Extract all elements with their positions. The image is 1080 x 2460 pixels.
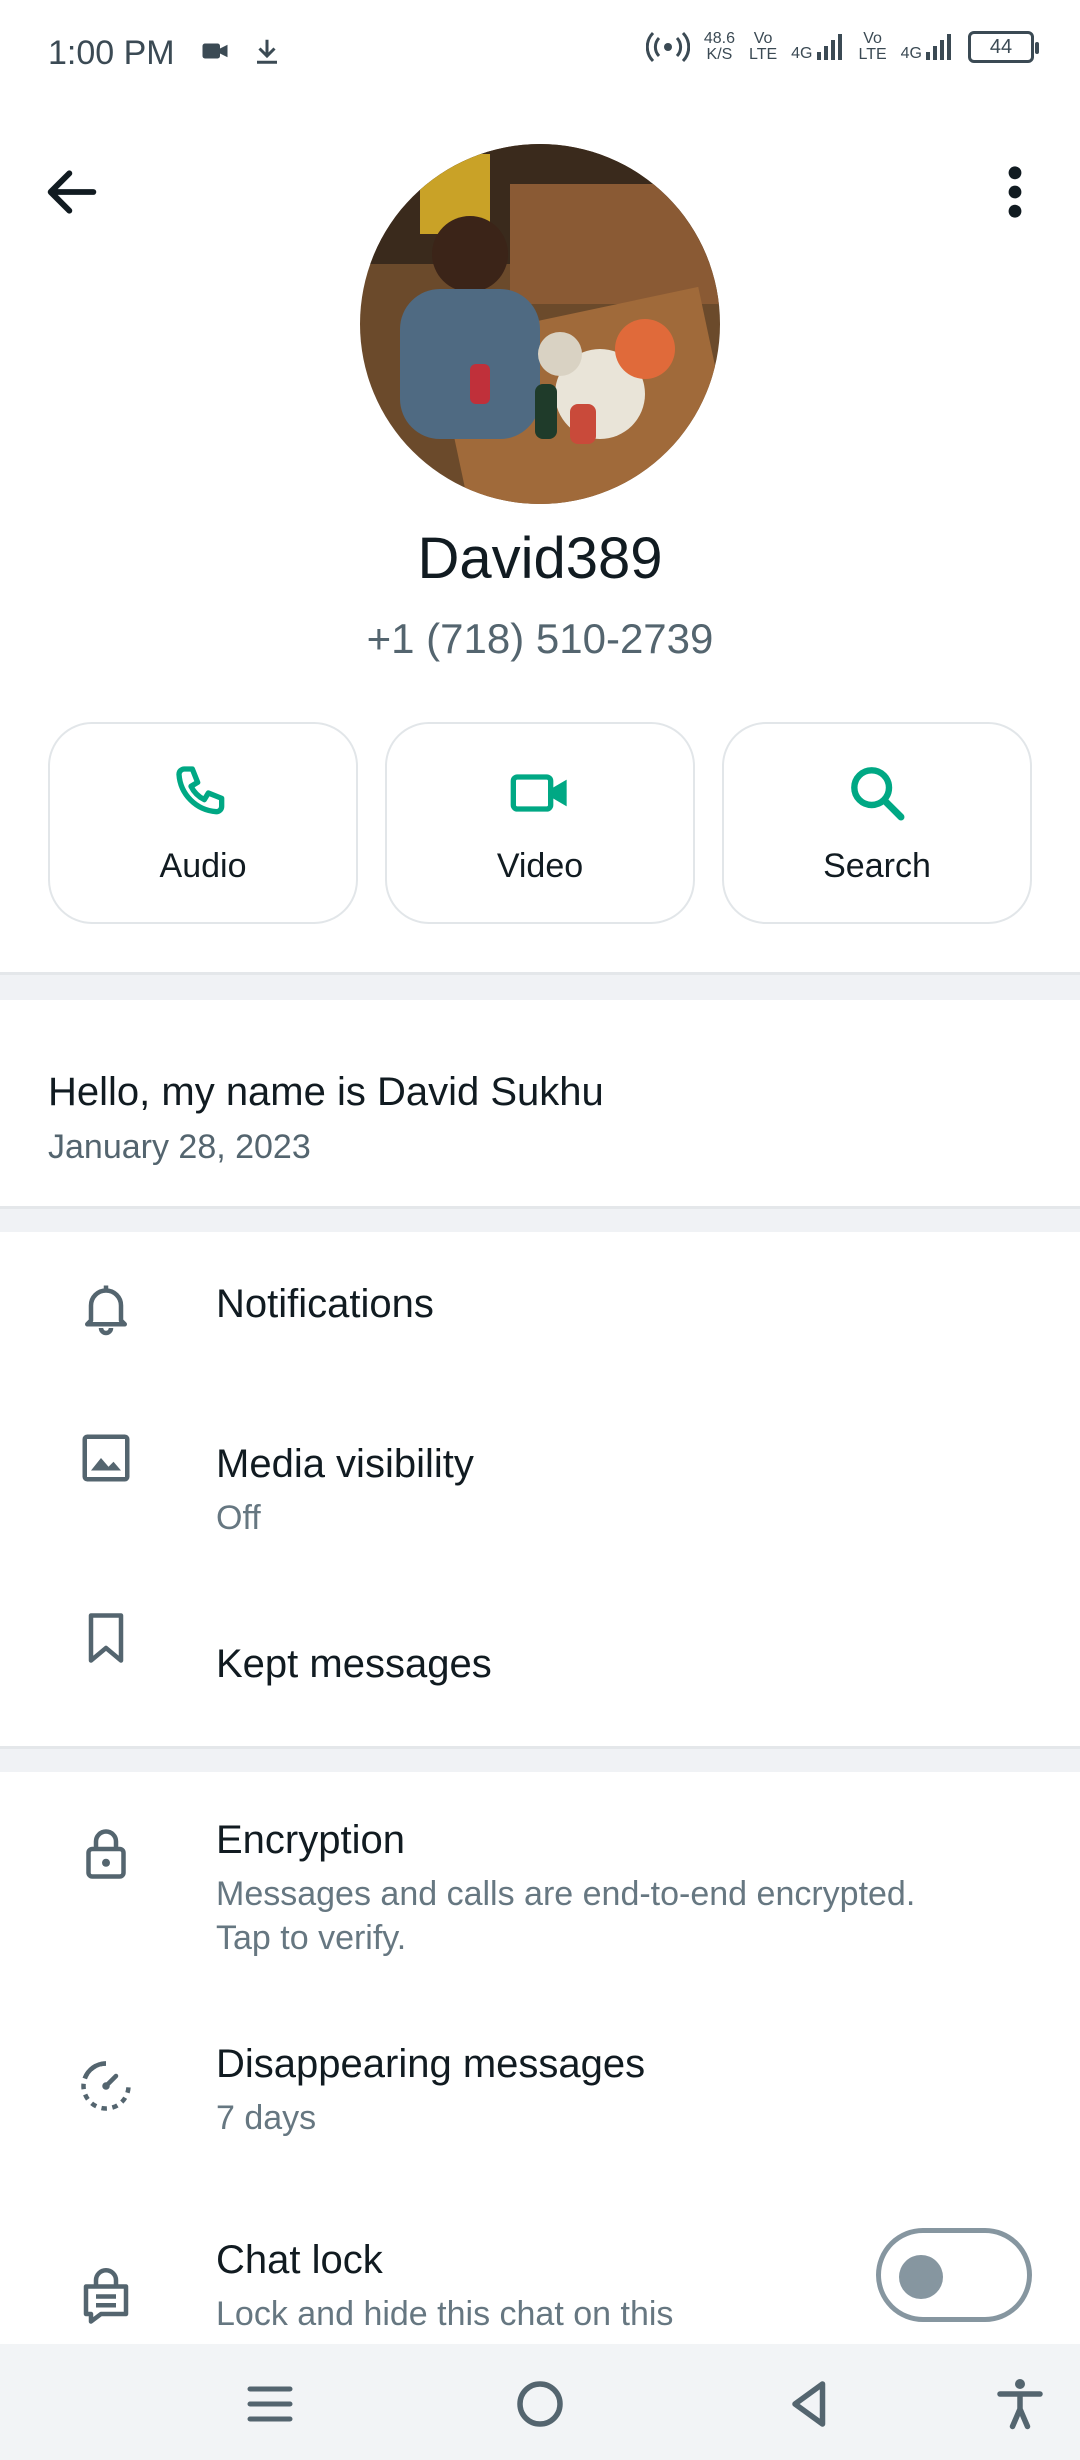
- phone-icon: [176, 765, 225, 814]
- image-icon: [82, 1434, 130, 1482]
- network-speed-unit: K/S: [706, 46, 733, 63]
- avatar[interactable]: [360, 144, 720, 504]
- section-divider: [0, 972, 1080, 1000]
- encryption-title: Encryption: [216, 1818, 405, 1862]
- video-label: Video: [496, 846, 584, 885]
- status-bar: 1:00 PM 48.6 K/S Vo LTE 4G Vo LTE 4G 44: [0, 0, 1080, 110]
- section-divider: [0, 1746, 1080, 1772]
- sim2-volte-bottom: LTE: [858, 46, 887, 63]
- status-time: 1:00 PM: [48, 34, 175, 72]
- kept-messages-title: Kept messages: [216, 1642, 492, 1686]
- about-text: Hello, my name is David Sukhu: [48, 1070, 604, 1114]
- audio-call-button[interactable]: Audio: [48, 722, 358, 924]
- notifications-title: Notifications: [216, 1282, 434, 1326]
- sim2-network-type: 4G: [900, 45, 922, 62]
- home-icon[interactable]: [510, 2374, 570, 2434]
- search-icon: [851, 766, 905, 820]
- media-visibility-value: Off: [216, 1499, 261, 1537]
- media-visibility-title: Media visibility: [216, 1442, 474, 1486]
- battery-level: 44: [989, 35, 1013, 58]
- chat-lock-description: Lock and hide this chat on this: [216, 2295, 674, 2333]
- disappearing-messages-value: 7 days: [216, 2099, 317, 2137]
- about-date: January 28, 2023: [48, 1128, 311, 1166]
- hotspot-icon: [645, 31, 690, 63]
- network-speed: 48.6: [703, 30, 735, 47]
- video-icon: [510, 773, 567, 812]
- back-triangle-icon[interactable]: [780, 2374, 840, 2434]
- toggle-knob: [899, 2255, 943, 2299]
- download-icon: [257, 39, 277, 64]
- timer-icon: [81, 2061, 131, 2111]
- signal-icon: [816, 34, 842, 60]
- more-vertical-icon[interactable]: [990, 160, 1040, 224]
- encryption-row[interactable]: Encryption Messages and calls are end-to…: [0, 1772, 1080, 2002]
- system-nav-bar: [0, 2344, 1080, 2460]
- sim2-volte-top: Vo: [863, 30, 882, 47]
- video-call-button[interactable]: Video: [385, 722, 695, 924]
- accessibility-icon[interactable]: [990, 2374, 1050, 2434]
- action-buttons: Audio Video Search: [48, 722, 1032, 924]
- chat-lock-title: Chat lock: [216, 2238, 383, 2282]
- sim1-volte-bottom: LTE: [749, 46, 778, 63]
- arrow-left-icon[interactable]: [40, 160, 104, 224]
- profile-photo: [360, 144, 720, 504]
- audio-label: Audio: [159, 846, 247, 885]
- sim1-network-type: 4G: [791, 45, 813, 62]
- contact-phone: +1 (718) 510-2739: [366, 615, 714, 662]
- notifications-row[interactable]: Notifications: [0, 1232, 1080, 1382]
- bell-icon: [85, 1285, 127, 1336]
- menu-icon[interactable]: [240, 2374, 300, 2434]
- media-visibility-row[interactable]: Media visibility Off: [0, 1382, 1080, 1562]
- disappearing-messages-title: Disappearing messages: [216, 2042, 646, 2086]
- kept-messages-row[interactable]: Kept messages: [0, 1562, 1080, 1746]
- section-divider: [0, 1206, 1080, 1232]
- encryption-description: Messages and calls are end-to-end encryp…: [216, 1875, 916, 1957]
- search-label: Search: [823, 846, 931, 885]
- disappearing-messages-row[interactable]: Disappearing messages 7 days: [0, 2002, 1080, 2202]
- chat-lock-icon: [83, 2268, 129, 2324]
- chat-lock-toggle[interactable]: [876, 2228, 1032, 2322]
- lock-icon: [86, 1829, 126, 1879]
- video-camera-icon: [202, 43, 228, 59]
- bookmark-icon: [88, 1613, 124, 1663]
- search-button[interactable]: Search: [722, 722, 1032, 924]
- battery-icon: 44: [968, 31, 1039, 63]
- sim1-volte-top: Vo: [753, 30, 773, 47]
- contact-name: David389: [417, 526, 663, 591]
- signal-icon: [926, 34, 951, 60]
